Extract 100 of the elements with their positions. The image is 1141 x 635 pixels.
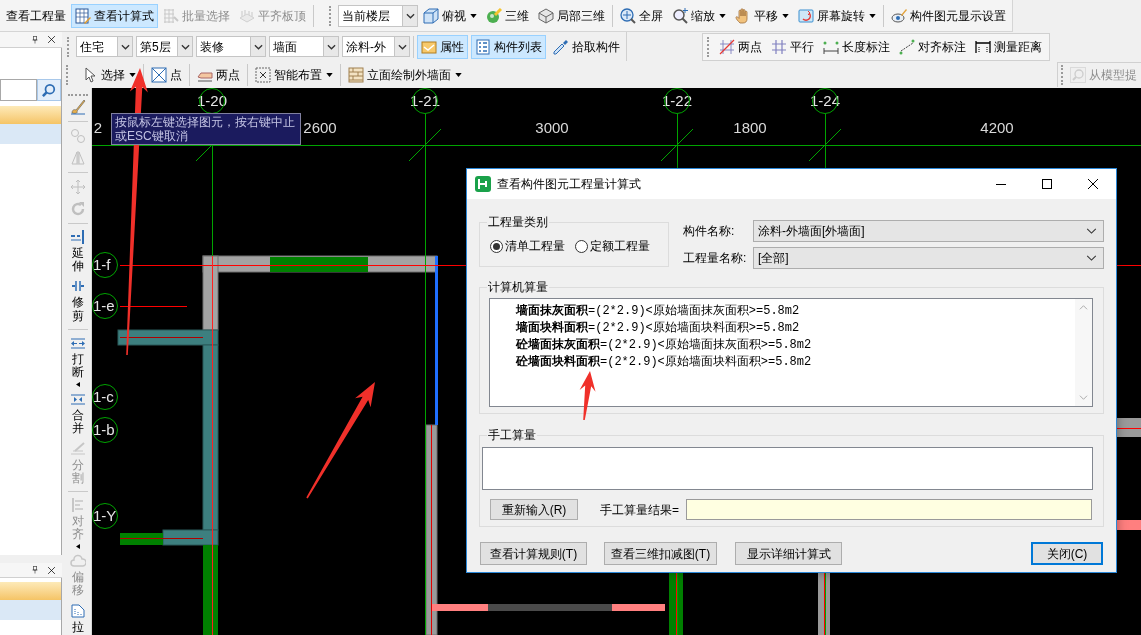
radio-option[interactable]: 清单工程量 xyxy=(490,237,565,255)
toolbar-grip[interactable] xyxy=(67,36,70,57)
close-icon[interactable] xyxy=(47,565,56,575)
field-label: 工程量名称: xyxy=(683,250,748,267)
pick-component-button[interactable]: 拾取构件 xyxy=(549,34,624,59)
centerline xyxy=(1115,428,1141,429)
eyedropper-icon xyxy=(553,38,569,55)
extend-icon xyxy=(69,229,86,245)
aligned-dimension-icon xyxy=(899,38,915,55)
result-label: 手工算量结果= xyxy=(600,501,679,519)
stretch-button[interactable]: 拉 xyxy=(69,600,86,635)
view-rules-button[interactable]: 查看计算规则(T) xyxy=(480,542,587,565)
fullscreen-button[interactable]: 全屏 xyxy=(616,3,667,28)
list-icon xyxy=(475,38,491,55)
zoom-button[interactable]: 缩放 xyxy=(668,3,730,28)
formula-text-area[interactable]: 墙面抹灰面积=(2*2.9)<原始墙面抹灰面积>=5.8m2 墙面块料面积=(2*2.9)<原始墙面块料面积>=5.8m2 砼墙面抹灰面积=(2*2.9)<原始墙面抹灰面积>=5.8m2 砼墙面块料面积=(2*2.9)<原始墙面块料面积>=5.8m2 xyxy=(489,298,1093,407)
search-button[interactable] xyxy=(37,79,61,101)
paintbrush-icon xyxy=(69,99,86,115)
pin-icon[interactable] xyxy=(31,565,39,575)
axis-line xyxy=(119,306,188,307)
component-dropdown[interactable]: 涂料-外 xyxy=(342,36,410,57)
close-dialog-button[interactable]: 关闭(C) xyxy=(1031,542,1103,565)
reenter-button[interactable]: 重新输入(R) xyxy=(490,499,578,520)
chevron-down-icon xyxy=(405,12,415,19)
move-icon xyxy=(69,179,86,195)
draw-facade-wall-button[interactable]: 立面绘制外墙面 xyxy=(344,62,466,87)
wall-segment xyxy=(120,533,163,545)
view-formula-button[interactable]: 查看计算式 xyxy=(71,3,158,28)
component-name-dropdown[interactable]: 涂料-外墙面[外墙面] xyxy=(753,220,1104,242)
result-field[interactable] xyxy=(686,499,1092,520)
pan-button[interactable]: 平移 xyxy=(731,3,793,28)
search-field[interactable] xyxy=(0,79,37,101)
centerline xyxy=(676,571,677,635)
split-icon xyxy=(69,440,86,457)
app-logo-icon xyxy=(475,176,491,192)
display-settings-button[interactable]: 构件图元显示设置 xyxy=(887,3,1010,28)
radio-icon[interactable] xyxy=(490,239,503,253)
scrollbar-track[interactable] xyxy=(1075,299,1092,406)
parallel-axis-button[interactable]: 平行 xyxy=(767,34,818,59)
extend-button[interactable]: 延伸 xyxy=(69,227,86,277)
toolbar-grip[interactable] xyxy=(1061,65,1064,85)
two-point-button[interactable]: 两点 xyxy=(193,62,244,87)
building-type-dropdown[interactable]: 住宅 xyxy=(76,36,133,57)
floor-dropdown[interactable]: 当前楼层 xyxy=(338,4,418,27)
toolbar-grip[interactable] xyxy=(329,5,332,26)
rotate-screen-button[interactable]: 屏幕旋转 xyxy=(794,3,880,28)
scroll-up-icon[interactable] xyxy=(1079,305,1088,310)
magnifier-icon xyxy=(672,7,688,24)
search-icon xyxy=(1070,67,1086,83)
select-button[interactable]: 选择 xyxy=(78,62,140,87)
manual-input-box[interactable] xyxy=(482,447,1093,490)
view-3d-deduction-button[interactable]: 查看三维扣减图(T) xyxy=(604,542,717,565)
properties-button[interactable]: 属性 xyxy=(417,34,468,59)
view-quantity-button[interactable]: 查看工程量 xyxy=(2,3,70,28)
align-icon xyxy=(69,496,86,513)
floor-dropdown[interactable]: 第5层 xyxy=(136,36,193,57)
pin-icon[interactable] xyxy=(31,34,39,45)
measure-distance-button[interactable]: 测量距离 xyxy=(971,34,1046,59)
show-details-button[interactable]: 显示详细计算式 xyxy=(735,542,842,565)
top-view-button[interactable]: 俯视 xyxy=(419,3,481,28)
break-button[interactable]: 打断 xyxy=(69,332,86,390)
list-row[interactable] xyxy=(0,106,61,124)
list-row[interactable] xyxy=(0,582,61,600)
close-icon[interactable] xyxy=(47,35,56,44)
radio-option[interactable]: 定额工程量 xyxy=(575,237,650,255)
aligned-dimension-button[interactable]: 对齐标注 xyxy=(895,34,970,59)
3d-view-button[interactable]: 三维 xyxy=(482,3,533,28)
trim-button[interactable]: 修剪 xyxy=(69,276,86,326)
minimize-icon xyxy=(996,183,1006,185)
formula-line: 墙面块料面积=(2*2.9)<原始墙面块料面积>=5.8m2 xyxy=(516,320,801,337)
smart-layout-button[interactable]: 智能布置 xyxy=(251,62,337,87)
cross-box-icon xyxy=(151,66,167,83)
dimension-label: 1800 xyxy=(733,119,767,137)
toolbar-grip[interactable] xyxy=(707,36,710,57)
dimension-label: 2 xyxy=(93,119,103,137)
component-list-button[interactable]: 构件列表 xyxy=(471,34,546,59)
caret-icon xyxy=(455,72,462,77)
maximize-icon xyxy=(1042,179,1052,189)
scroll-down-icon[interactable] xyxy=(1079,395,1088,400)
radio-icon[interactable] xyxy=(575,239,588,253)
category-dropdown[interactable]: 装修 xyxy=(196,36,266,57)
caret-icon xyxy=(470,13,477,18)
tick-mark xyxy=(808,128,842,162)
length-dimension-button[interactable]: 长度标注 xyxy=(819,34,894,59)
field-label: 构件名称: xyxy=(683,223,736,240)
merge-icon xyxy=(69,391,86,408)
formula-line: 砼墙面抹灰面积=(2*2.9)<原始墙面抹灰面积>=5.8m2 xyxy=(516,337,813,354)
dimension-label: 4200 xyxy=(980,119,1014,137)
two-point-axis-button[interactable]: 两点 xyxy=(715,34,766,59)
merge-button[interactable]: 合并 xyxy=(69,389,86,439)
quantity-name-dropdown[interactable]: [全部] xyxy=(753,247,1104,269)
toolbar-grip[interactable] xyxy=(66,64,69,85)
chevron-down-icon xyxy=(180,43,190,50)
chevron-down-icon xyxy=(1086,255,1097,261)
chevron-down-icon xyxy=(253,43,263,50)
point-button[interactable]: 点 xyxy=(147,62,186,87)
element-type-dropdown[interactable]: 墙面 xyxy=(269,36,339,57)
partial-3d-button[interactable]: 局部三维 xyxy=(534,3,609,28)
brick-wall-icon xyxy=(348,66,364,83)
annotation-arrow xyxy=(579,371,596,421)
